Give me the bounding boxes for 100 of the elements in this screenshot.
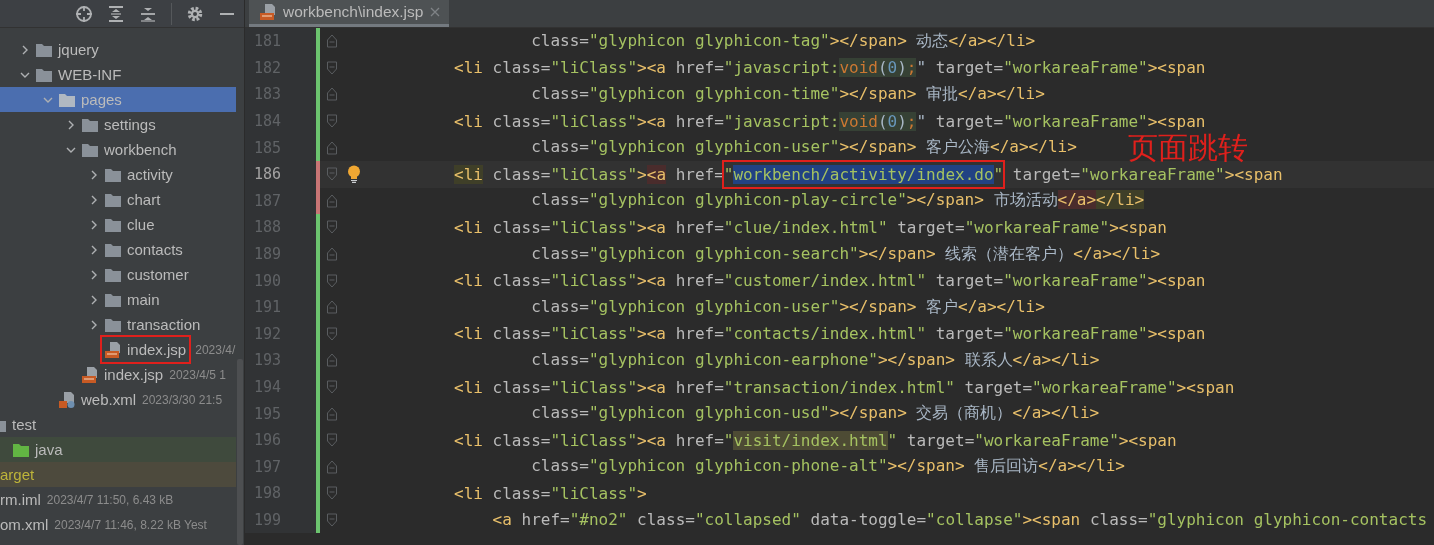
code-text: class="glyphicon glyphicon-phone-alt"></span> 售后回访</a></li> [531, 456, 1125, 476]
tree-row[interactable]: index.jsp 2023/4/ [0, 337, 236, 362]
tree-row[interactable]: workbench [0, 137, 236, 162]
fold-marker-icon[interactable] [326, 33, 338, 50]
folder-icon [12, 441, 30, 458]
folder-icon [58, 91, 76, 108]
settings-icon[interactable] [186, 4, 204, 23]
fold-marker-icon[interactable] [326, 192, 338, 209]
folder-name: workbench [104, 141, 177, 158]
folder-name: customer [127, 266, 189, 283]
tree-row[interactable]: customer [0, 262, 236, 287]
change-marker[interactable] [316, 81, 320, 108]
folder-name: jquery [58, 41, 99, 58]
tree-row[interactable]: arget [0, 462, 236, 487]
code-text: <li class="liClass"><a href= [454, 164, 724, 184]
change-marker[interactable] [316, 293, 320, 321]
chevron-right-icon[interactable] [66, 119, 76, 130]
lightbulb-icon[interactable] [347, 165, 361, 184]
tree-row[interactable]: transaction [0, 312, 236, 337]
fold-marker-icon[interactable] [326, 458, 338, 475]
change-marker[interactable] [316, 320, 320, 348]
annotation-text: 页面跳转 [1128, 130, 1248, 167]
chevron-right-icon[interactable] [89, 244, 99, 255]
fold-marker-icon[interactable] [326, 405, 338, 422]
folder-name: chart [127, 191, 161, 208]
change-marker[interactable] [316, 506, 320, 534]
expand-all-icon[interactable] [107, 4, 125, 23]
fold-marker-icon[interactable] [326, 246, 338, 263]
tree-row[interactable]: web.xml 2023/3/30 21:5 [0, 387, 236, 412]
chevron-right-icon[interactable] [89, 219, 99, 230]
change-marker[interactable] [316, 240, 320, 268]
fold-marker-icon[interactable] [326, 325, 338, 342]
folder-name: pages [81, 91, 122, 108]
change-marker[interactable] [316, 28, 320, 55]
code-text: class="glyphicon glyphicon-time"></span> 审批</a></li> [531, 84, 1045, 103]
chevron-right-icon[interactable] [20, 44, 30, 55]
chevron-right-icon[interactable] [89, 269, 99, 280]
change-marker[interactable] [316, 54, 320, 82]
folder-icon [104, 191, 122, 208]
change-marker[interactable] [316, 187, 320, 215]
crosshair-icon[interactable] [75, 4, 93, 23]
chevron-right-icon[interactable] [89, 319, 99, 330]
fold-marker-icon[interactable] [326, 512, 338, 528]
folder-icon [81, 141, 99, 158]
change-marker[interactable] [316, 373, 320, 401]
fold-marker-icon[interactable] [326, 485, 338, 502]
tree-row[interactable]: om.xml 2023/4/7 11:46, 8.22 kB Yest [0, 512, 236, 537]
file-info: 2023/4/ [195, 342, 236, 357]
tree-row[interactable]: chart [0, 187, 236, 212]
code-text: target="workareaFrame"><span [1011, 164, 1283, 184]
code-text: class="glyphicon glyphicon-search"></span> 线索（潜在客户）</a></li> [531, 243, 1161, 263]
chevron-right-icon[interactable] [89, 169, 99, 180]
change-marker[interactable] [316, 347, 320, 374]
tree-row[interactable]: contacts [0, 237, 236, 262]
change-marker[interactable] [316, 214, 320, 241]
code-text: class="glyphicon glyphicon-play-circle"></span> 市场活动</a></li> [531, 190, 1145, 210]
tree-row[interactable]: jquery [0, 37, 236, 62]
fold-marker-icon[interactable] [326, 299, 338, 316]
file-info: 2023/4/7 11:50, 6.43 kB [46, 492, 174, 507]
close-icon[interactable] [429, 6, 442, 18]
tree-row[interactable]: index.jsp 2023/4/5 1 [0, 362, 236, 387]
fold-marker-icon[interactable] [326, 86, 338, 103]
tree-row[interactable]: test [0, 412, 236, 437]
fold-marker-icon[interactable] [326, 59, 338, 76]
fold-marker-icon[interactable] [326, 219, 338, 236]
code-text: <li class="liClass"><a href="javascript:void(0);" target="workareaFrame"><span [454, 58, 1206, 78]
file-icon [259, 4, 277, 20]
folder-icon [35, 41, 53, 58]
fold-marker-icon[interactable] [326, 272, 338, 289]
tree-row[interactable]: activity [0, 162, 236, 187]
code-text: class="glyphicon glyphicon-tag"></span> 动态</a></li> [531, 30, 1036, 50]
file-name: rm.iml [0, 491, 41, 508]
chevron-right-icon[interactable] [89, 294, 99, 305]
fold-marker-icon[interactable] [326, 166, 338, 183]
file-name: web.xml [81, 391, 136, 408]
change-marker[interactable] [316, 134, 320, 161]
change-marker[interactable] [316, 480, 320, 507]
change-marker[interactable] [316, 426, 320, 454]
editor-tab[interactable]: workbench\index.jsp [249, 0, 450, 27]
scrollbar[interactable] [237, 359, 243, 545]
code-text: class="glyphicon glyphicon-user"></span> 客户公海</a></li> [531, 137, 1077, 157]
change-marker[interactable] [316, 160, 320, 188]
change-marker[interactable] [316, 453, 320, 481]
folder-icon [35, 66, 53, 83]
change-marker[interactable] [316, 400, 320, 427]
fold-marker-icon[interactable] [326, 113, 338, 130]
file-icon [81, 366, 99, 383]
tree-row[interactable]: WEB-INF [0, 62, 236, 87]
tree-row[interactable]: main [0, 287, 236, 312]
change-marker[interactable] [316, 267, 320, 294]
chevron-right-icon[interactable] [89, 194, 99, 205]
tree-row[interactable]: rm.iml 2023/4/7 11:50, 6.43 kB [0, 487, 236, 512]
tree-row[interactable]: java [0, 437, 236, 462]
tree-row[interactable]: settings [0, 112, 236, 137]
change-marker[interactable] [316, 107, 320, 135]
fold-marker-icon[interactable] [326, 139, 338, 156]
tree-row[interactable]: clue [0, 212, 236, 237]
fold-marker-icon[interactable] [326, 379, 338, 395]
fold-marker-icon[interactable] [326, 352, 338, 369]
fold-marker-icon[interactable] [326, 432, 338, 449]
